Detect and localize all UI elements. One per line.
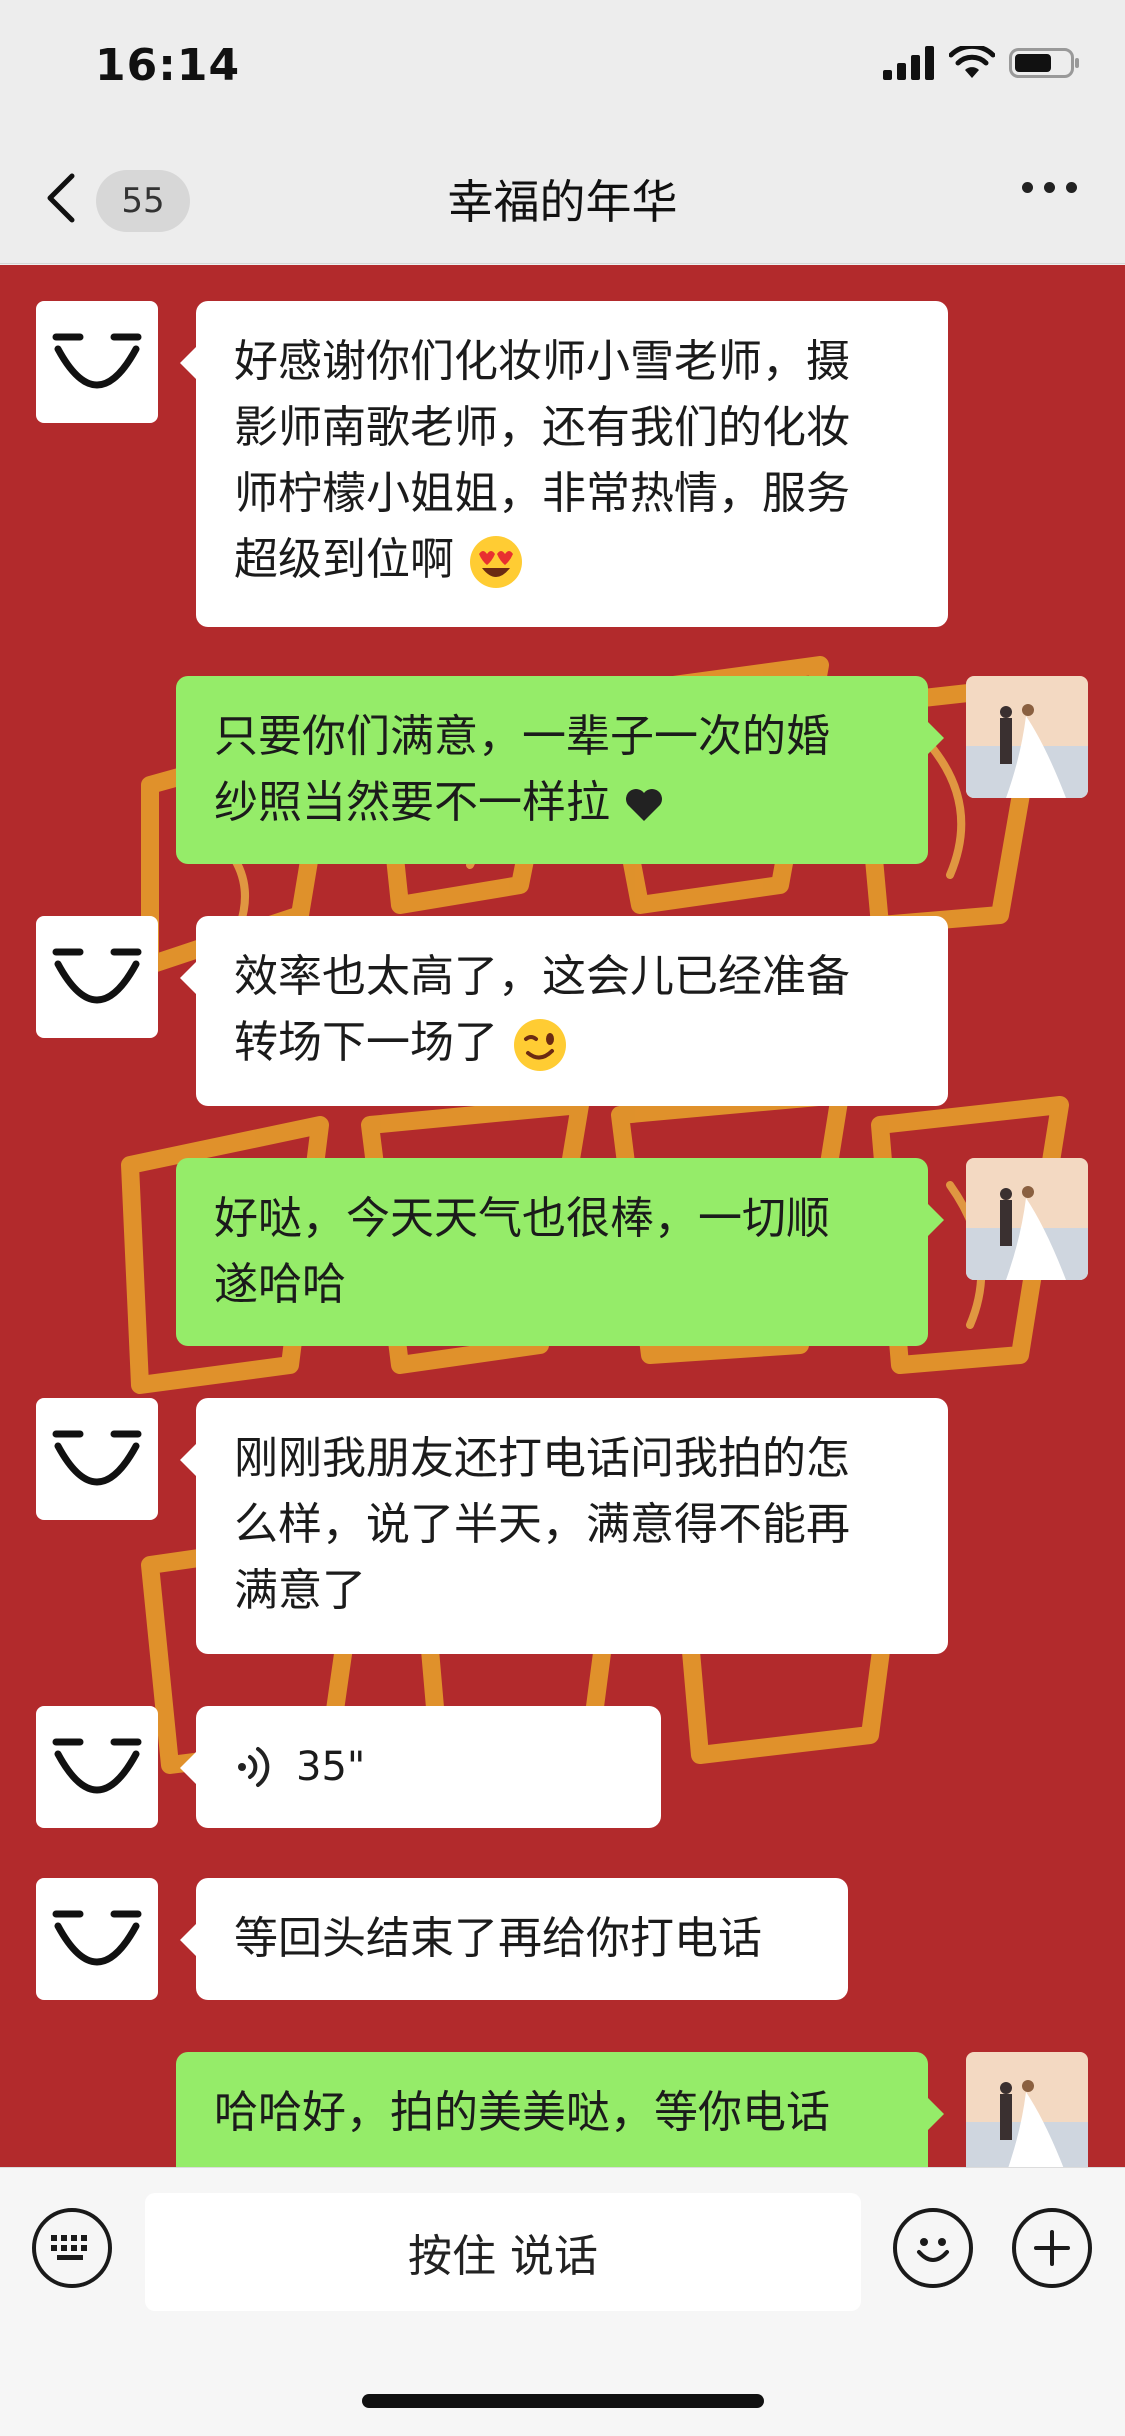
smile-face-icon	[52, 333, 142, 389]
message-text-line: 纱照当然要不一样拉	[214, 777, 610, 828]
hold-to-talk-button[interactable]: 按住 说话	[145, 2193, 861, 2311]
message-bubble[interactable]: 效率也太高了，这会儿已经准备 转场下一场了	[180, 916, 948, 1106]
message-text-line: 好哒，今天天气也很棒，一切顺	[214, 1193, 830, 1244]
more-button[interactable]	[1022, 182, 1077, 193]
black-heart-emoji-icon	[626, 789, 662, 821]
more-dots-icon	[1022, 182, 1077, 193]
wifi-icon	[949, 46, 995, 78]
smile-face-icon	[52, 1910, 142, 1966]
home-indicator[interactable]	[362, 2394, 764, 2408]
status-bar: 16:14	[0, 0, 1125, 132]
status-time: 16:14	[95, 40, 241, 91]
message-text-line: 等回头结束了再给你打电话	[234, 1913, 762, 1964]
message-bubble[interactable]: 好感谢你们化妆师小雪老师，摄 影师南歌老师，还有我们的化妆 师柠檬小姐姐，非常热…	[180, 301, 948, 627]
signal-icon	[883, 46, 934, 80]
message-text-line: 效率也太高了，这会儿已经准备	[234, 951, 850, 1002]
keyboard-icon	[51, 2235, 87, 2260]
message-item: 好感谢你们化妆师小雪老师，摄 影师南歌老师，还有我们的化妆 师柠檬小姐姐，非常热…	[0, 265, 1125, 627]
battery-icon	[1009, 48, 1079, 78]
wedding-photo	[966, 1158, 1088, 1280]
message-text-line: 满意了	[234, 1565, 366, 1616]
self-avatar[interactable]	[966, 1158, 1088, 1280]
contact-avatar[interactable]	[36, 1398, 158, 1520]
message-bubble-self[interactable]: 只要你们满意，一辈子一次的婚 纱照当然要不一样拉	[176, 676, 944, 864]
message-text-line: 只要你们满意，一辈子一次的婚	[214, 711, 830, 762]
keyboard-button[interactable]	[32, 2208, 112, 2288]
chat-header: 55 幸福的年华	[0, 132, 1125, 264]
wink-emoji-icon	[514, 1019, 566, 1071]
message-text-line: 影师南歌老师，还有我们的化妆	[234, 402, 850, 453]
message-bubble-self[interactable]: 哈哈好，拍的美美哒，等你电话	[176, 2052, 944, 2167]
smile-face-icon	[52, 1738, 142, 1794]
self-avatar[interactable]	[966, 2052, 1088, 2167]
plus-button[interactable]	[1012, 2208, 1092, 2288]
status-icons	[883, 46, 1081, 80]
wedding-photo	[966, 676, 1088, 798]
wedding-photo	[966, 2052, 1088, 2167]
voice-message-bubble[interactable]: 35"	[180, 1706, 661, 1828]
smile-face-icon	[52, 1430, 142, 1486]
message-bubble-self[interactable]: 好哒，今天天气也很棒，一切顺 遂哈哈	[176, 1158, 944, 1346]
chat-title: 幸福的年华	[447, 175, 678, 229]
voice-wave-icon	[238, 1747, 270, 1787]
contact-avatar[interactable]	[36, 1706, 158, 1828]
contact-avatar[interactable]	[36, 916, 158, 1038]
plus-icon	[1034, 2230, 1070, 2266]
contact-avatar[interactable]	[36, 1878, 158, 2000]
message-text-line: 好感谢你们化妆师小雪老师，摄	[234, 336, 850, 387]
voice-duration: 35"	[296, 1744, 366, 1790]
message-text-line: 哈哈好，拍的美美哒，等你电话	[214, 2087, 830, 2138]
smile-face-icon	[52, 948, 142, 1004]
message-text-line: 师柠檬小姐姐，非常热情，服务	[234, 468, 850, 519]
message-text-line: 转场下一场了	[234, 1017, 498, 1068]
message-text-line: 遂哈哈	[214, 1259, 346, 1310]
message-text-line: 超级到位啊	[234, 534, 454, 585]
emoji-button[interactable]	[893, 2208, 973, 2288]
self-avatar[interactable]	[966, 676, 1088, 798]
message-bubble[interactable]: 刚刚我朋友还打电话问我拍的怎 么样，说了半天，满意得不能再 满意了	[180, 1398, 948, 1654]
heart-eyes-emoji-icon	[470, 536, 522, 588]
message-text-line: 么样，说了半天，满意得不能再	[234, 1499, 850, 1550]
smiley-icon	[917, 2238, 949, 2262]
contact-avatar[interactable]	[36, 301, 158, 423]
message-text-line: 刚刚我朋友还打电话问我拍的怎	[234, 1433, 850, 1484]
chat-message-list[interactable]: 好感谢你们化妆师小雪老师，摄 影师南歌老师，还有我们的化妆 师柠檬小姐姐，非常热…	[0, 265, 1125, 2167]
message-bubble[interactable]: 等回头结束了再给你打电话	[180, 1878, 848, 2000]
